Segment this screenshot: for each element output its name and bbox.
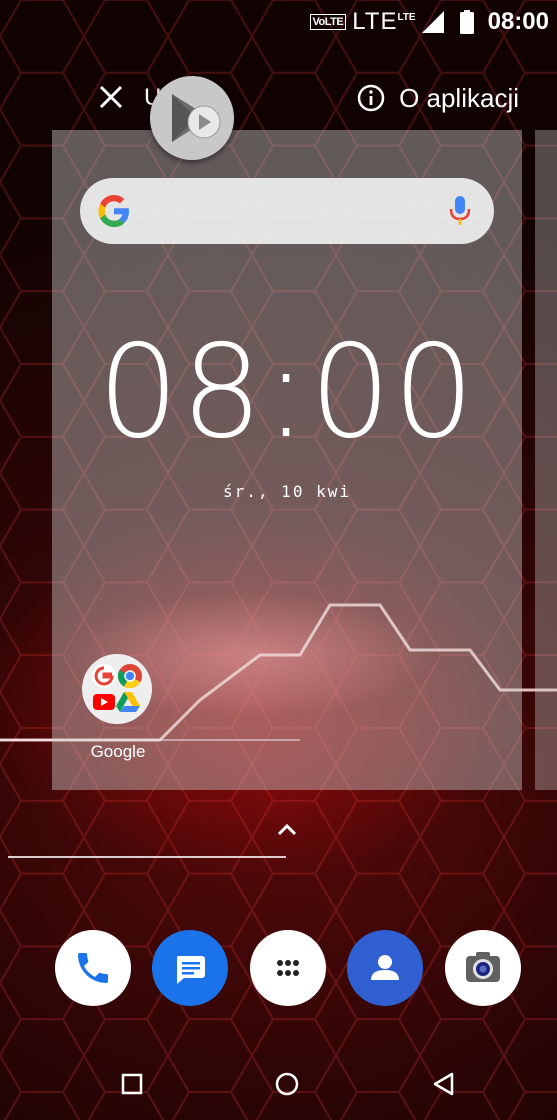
recents-header: U O aplikacji bbox=[0, 70, 557, 126]
play-store-badge[interactable] bbox=[150, 76, 234, 160]
app-drawer-button[interactable] bbox=[250, 930, 326, 1006]
status-time: 08:00 bbox=[487, 8, 549, 35]
mic-icon[interactable] bbox=[448, 194, 472, 228]
messages-button[interactable] bbox=[152, 930, 228, 1006]
phone-button[interactable] bbox=[55, 930, 131, 1006]
google-g-icon bbox=[92, 664, 116, 688]
home-date: śr., 10 kwi bbox=[223, 482, 351, 501]
messages-icon bbox=[176, 956, 205, 984]
recents-square-icon bbox=[121, 1073, 143, 1095]
network-type-small: LTE bbox=[397, 12, 416, 23]
google-g-icon bbox=[98, 195, 129, 227]
camera-icon bbox=[466, 952, 500, 982]
contacts-button[interactable] bbox=[347, 930, 423, 1006]
back-button[interactable] bbox=[426, 1066, 462, 1102]
dock bbox=[0, 930, 557, 1008]
chevron-up-icon[interactable] bbox=[272, 818, 302, 842]
home-button[interactable] bbox=[269, 1066, 305, 1102]
folder-label: Google bbox=[90, 742, 146, 761]
recents-button[interactable] bbox=[114, 1066, 150, 1102]
recent-app-card[interactable]: 08:00 śr., 10 kwi Google bbox=[52, 130, 522, 790]
volte-indicator: VoLTE bbox=[309, 14, 347, 30]
app-drawer-icon bbox=[277, 960, 299, 976]
navigation-bar bbox=[0, 1048, 557, 1120]
battery-icon bbox=[459, 10, 474, 34]
phone-icon bbox=[78, 953, 108, 983]
back-triangle-icon bbox=[433, 1072, 454, 1096]
info-icon bbox=[357, 84, 385, 112]
drive-icon bbox=[116, 692, 140, 712]
camera-button[interactable] bbox=[445, 930, 521, 1006]
contacts-icon bbox=[371, 955, 399, 980]
network-type: LTE bbox=[352, 8, 398, 35]
close-icon[interactable] bbox=[96, 82, 126, 112]
status-bar: VoLTE LTE LTE 08:00 bbox=[0, 0, 557, 44]
status-icons: VoLTE LTE LTE 08:00 bbox=[309, 8, 549, 36]
youtube-icon bbox=[93, 694, 115, 710]
home-circle-icon bbox=[275, 1072, 299, 1096]
folder-icons bbox=[92, 664, 142, 712]
app-info-button[interactable]: O aplikacji bbox=[357, 80, 519, 116]
google-folder[interactable] bbox=[82, 654, 152, 724]
chrome-icon bbox=[117, 664, 142, 689]
app-info-label: O aplikacji bbox=[399, 83, 519, 113]
next-recent-card-edge[interactable] bbox=[535, 130, 557, 790]
drawer-divider bbox=[8, 856, 286, 858]
home-clock: 08:00 bbox=[97, 318, 477, 467]
signal-icon bbox=[421, 11, 444, 33]
google-search-bar[interactable] bbox=[80, 178, 494, 244]
play-store-icon bbox=[172, 94, 221, 142]
